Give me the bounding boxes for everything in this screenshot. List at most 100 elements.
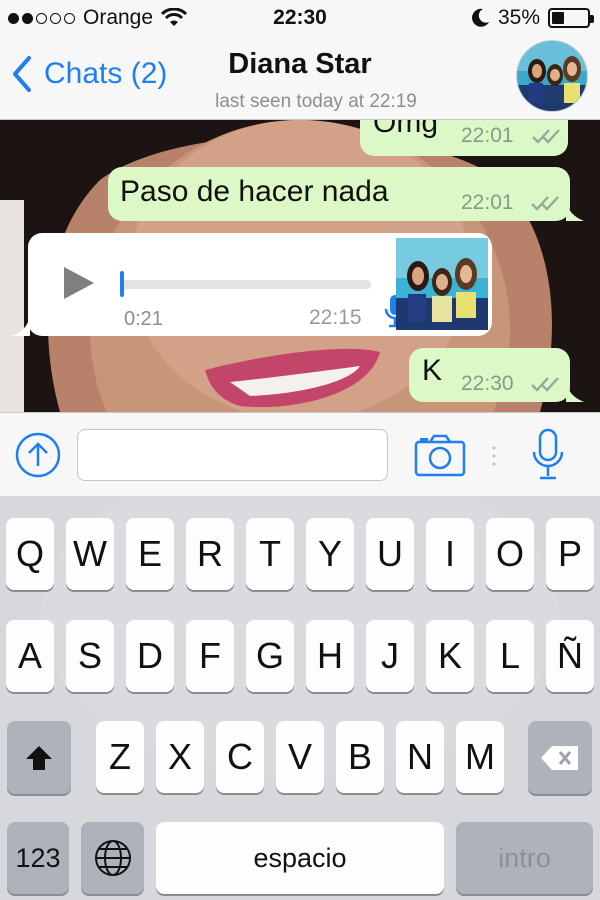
key-w[interactable]: W xyxy=(66,518,114,590)
key-label: X xyxy=(167,736,192,777)
key-label: I xyxy=(444,533,455,574)
key-v[interactable]: V xyxy=(276,721,324,793)
battery-icon xyxy=(548,8,594,28)
message-text: K xyxy=(422,354,443,387)
key-label: T xyxy=(259,533,281,574)
key-label: Z xyxy=(109,736,131,777)
space-key[interactable]: espacio xyxy=(156,822,444,894)
key-ñ[interactable]: Ñ xyxy=(546,620,594,692)
message-time: 22:30 xyxy=(461,372,514,395)
key-label: G xyxy=(255,635,284,676)
separator-dots xyxy=(492,446,496,466)
key-label: R xyxy=(197,533,223,574)
key-p[interactable]: P xyxy=(546,518,594,590)
message-text-input[interactable] xyxy=(77,429,388,481)
message-time: 22:01 xyxy=(461,124,514,147)
key-q[interactable]: Q xyxy=(6,518,54,590)
key-l[interactable]: L xyxy=(486,620,534,692)
key-m[interactable]: M xyxy=(456,721,504,793)
last-seen-status: last seen today at 22:19 xyxy=(215,91,417,112)
key-t[interactable]: T xyxy=(246,518,294,590)
key-b[interactable]: B xyxy=(336,721,384,793)
shift-key[interactable] xyxy=(7,721,71,794)
contact-name[interactable]: Diana Star xyxy=(0,48,600,81)
contact-photo xyxy=(517,41,587,111)
message-bubble-outgoing[interactable]: Paso de hacer nada 22:01 xyxy=(108,167,584,221)
message-bubble-outgoing[interactable]: Omg 22:01 xyxy=(360,120,568,156)
key-n[interactable]: N xyxy=(396,721,444,793)
upload-arrow-icon[interactable] xyxy=(15,432,61,478)
key-label: H xyxy=(317,635,343,676)
key-label: Ñ xyxy=(557,635,583,676)
key-s[interactable]: S xyxy=(66,620,114,692)
key-f[interactable]: F xyxy=(186,620,234,692)
numbers-key-label: 123 xyxy=(15,842,61,873)
key-d[interactable]: D xyxy=(126,620,174,692)
key-label: N xyxy=(407,736,433,777)
camera-icon[interactable] xyxy=(414,433,466,477)
voice-message-bubble[interactable]: 0:21 22:15 xyxy=(12,233,492,336)
key-j[interactable]: J xyxy=(366,620,414,692)
key-c[interactable]: C xyxy=(216,721,264,793)
key-label: C xyxy=(227,736,253,777)
double-check-icon xyxy=(531,377,559,392)
key-label: Y xyxy=(317,533,342,574)
globe-icon xyxy=(94,840,131,876)
chat-area[interactable]: Omg 22:01 Paso de hacer nada 22:01 0:21 … xyxy=(0,120,600,412)
key-label: U xyxy=(377,533,403,574)
message-time: 22:15 xyxy=(309,306,362,329)
voice-duration: 0:21 xyxy=(124,308,163,330)
message-text: Paso de hacer nada xyxy=(120,175,389,208)
status-right: 35% xyxy=(472,6,594,30)
key-label: Q xyxy=(15,533,44,574)
key-label: B xyxy=(347,736,372,777)
contact-avatar[interactable] xyxy=(516,40,588,112)
shift-arrow-icon xyxy=(26,745,52,770)
key-y[interactable]: Y xyxy=(306,518,354,590)
key-z[interactable]: Z xyxy=(96,721,144,793)
play-icon[interactable] xyxy=(62,265,96,301)
globe-key[interactable] xyxy=(81,822,144,894)
status-bar: Orange 22:30 35% xyxy=(0,0,600,38)
message-time: 22:01 xyxy=(461,191,514,214)
key-label: F xyxy=(199,635,221,676)
key-o[interactable]: O xyxy=(486,518,534,590)
audio-progress-track[interactable] xyxy=(120,280,371,289)
backspace-key[interactable] xyxy=(528,721,592,794)
microphone-icon[interactable] xyxy=(532,428,564,482)
key-r[interactable]: R xyxy=(186,518,234,590)
key-label: E xyxy=(137,533,162,574)
key-label: M xyxy=(465,736,495,777)
key-u[interactable]: U xyxy=(366,518,414,590)
key-label: S xyxy=(77,635,102,676)
key-i[interactable]: I xyxy=(426,518,474,590)
return-key-label: intro xyxy=(498,842,551,873)
conversation-header: Chats (2) Diana Star last seen today at … xyxy=(0,38,600,120)
key-x[interactable]: X xyxy=(156,721,204,793)
message-bubble-outgoing[interactable]: K 22:30 xyxy=(409,348,584,402)
key-k[interactable]: K xyxy=(426,620,474,692)
backspace-icon xyxy=(541,745,578,770)
key-label: V xyxy=(287,736,312,777)
audio-progress-thumb[interactable] xyxy=(120,271,124,297)
space-key-label: espacio xyxy=(253,842,347,873)
key-g[interactable]: G xyxy=(246,620,294,692)
key-label: L xyxy=(499,635,521,676)
return-key[interactable]: intro xyxy=(456,822,593,894)
key-label: D xyxy=(137,635,163,676)
key-label: J xyxy=(381,635,399,676)
numbers-key[interactable]: 123 xyxy=(7,822,69,894)
double-check-icon xyxy=(532,129,560,144)
key-a[interactable]: A xyxy=(6,620,54,692)
battery-percent: 35% xyxy=(497,6,540,29)
message-input-bar xyxy=(0,412,600,496)
key-label: K xyxy=(437,635,462,676)
key-label: P xyxy=(557,533,582,574)
sender-thumbnail xyxy=(396,238,488,330)
key-h[interactable]: H xyxy=(306,620,354,692)
key-label: W xyxy=(73,533,107,574)
key-label: O xyxy=(495,533,524,574)
double-check-icon xyxy=(531,196,559,211)
key-e[interactable]: E xyxy=(126,518,174,590)
message-text: Omg xyxy=(373,120,439,139)
